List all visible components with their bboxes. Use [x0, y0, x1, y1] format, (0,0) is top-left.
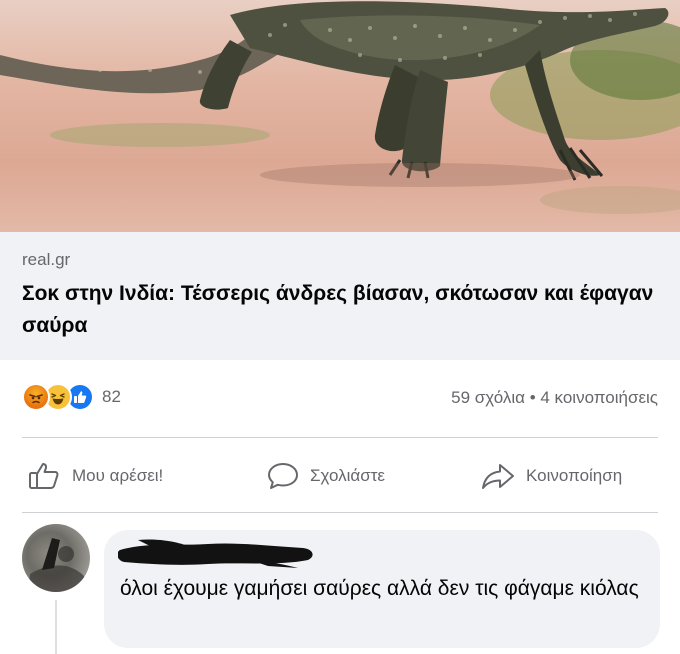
- actions-divider: [22, 437, 658, 438]
- lizard-photo: [0, 1, 680, 214]
- reactions-summary[interactable]: 82: [22, 383, 121, 411]
- link-domain: real.gr: [22, 250, 71, 269]
- comments-divider: [22, 512, 658, 513]
- thumbs-up-icon: [29, 463, 59, 489]
- share-button[interactable]: Κοινοποίηση: [480, 456, 622, 496]
- reaction-count: 82: [102, 387, 121, 406]
- share-arrow-icon: [482, 464, 514, 489]
- share-button-label: Κοινοποίηση: [526, 466, 623, 485]
- comment-text: όλοι έχουμε γαμήσει σαύρες αλλά δεν τις …: [120, 577, 639, 600]
- like-button[interactable]: Μου αρέσει!: [28, 456, 163, 496]
- link-headline[interactable]: Σοκ στην Ινδία: Τέσσερις άνδρες βίασαν, …: [22, 278, 662, 342]
- avatar[interactable]: [22, 524, 90, 592]
- thread-line: [55, 600, 57, 654]
- avatar-image: [28, 538, 84, 592]
- comment-button-label: Σχολιάστε: [310, 466, 385, 485]
- comment-button[interactable]: Σχολιάστε: [266, 456, 385, 496]
- angry-reaction-icon: [22, 383, 50, 411]
- comments-shares-count[interactable]: 59 σχόλια • 4 κοινοποιήσεις: [451, 388, 658, 408]
- redacted-commenter-name: [118, 539, 313, 568]
- link-preview-image[interactable]: [0, 0, 680, 232]
- speech-bubble-icon: [268, 463, 298, 489]
- like-button-label: Μου αρέσει!: [72, 466, 164, 485]
